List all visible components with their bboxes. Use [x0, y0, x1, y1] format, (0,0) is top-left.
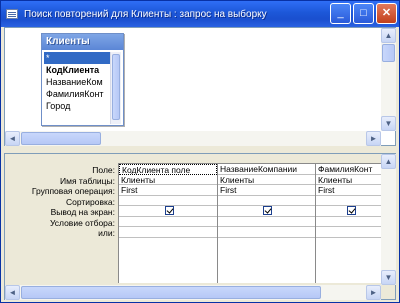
show-checkbox[interactable] [346, 206, 356, 215]
sort-cell[interactable] [316, 196, 383, 206]
field-cell[interactable]: НазваниеКомпании [218, 164, 315, 175]
table-pane-vscrollbar[interactable]: ▲ ▼ [381, 28, 396, 131]
criteria-cell[interactable] [218, 217, 315, 227]
scroll-left-icon[interactable]: ◄ [5, 285, 20, 300]
field-list-scrollbar[interactable] [110, 52, 121, 124]
show-checkbox[interactable] [263, 206, 272, 215]
scroll-thumb[interactable] [21, 286, 321, 299]
query-design-window: Поиск повторений для Клиенты : запрос на… [0, 0, 400, 303]
field-list-scroll-thumb[interactable] [112, 54, 120, 120]
field-cell[interactable]: КодКлиента поле [119, 164, 217, 175]
scroll-down-icon[interactable]: ▼ [381, 116, 396, 131]
or-cell[interactable] [218, 227, 315, 238]
maximize-button[interactable]: □ [353, 3, 374, 24]
window-title: Поиск повторений для Клиенты : запрос на… [24, 8, 267, 20]
field-cell[interactable]: ФамилияКонт [316, 164, 383, 175]
sort-cell[interactable] [119, 196, 217, 206]
scroll-right-icon[interactable]: ► [366, 285, 381, 300]
row-label: или: [98, 228, 115, 238]
scroll-thumb[interactable] [21, 132, 101, 145]
field-list[interactable]: * КодКлиента НазваниеКом ФамилияКонт Гор… [44, 52, 110, 124]
show-checkbox[interactable] [164, 206, 174, 215]
scroll-thumb[interactable] [382, 44, 395, 62]
field-list-item[interactable]: ФамилияКонт [44, 88, 110, 100]
field-list-item[interactable]: НазваниеКом [44, 76, 110, 88]
scroll-up-icon[interactable]: ▲ [381, 28, 396, 43]
grid-column[interactable]: НазваниеКомпании Клиенты First [218, 164, 316, 283]
table-cell[interactable]: Клиенты [218, 175, 315, 185]
group-cell[interactable]: First [119, 185, 217, 196]
grid-hscrollbar[interactable]: ◄ ► [5, 285, 381, 300]
field-list-item[interactable]: * [44, 52, 110, 64]
criteria-cell[interactable] [316, 217, 383, 227]
table-pane[interactable]: Клиенты * КодКлиента НазваниеКом Фамилия… [4, 27, 396, 146]
minimize-button[interactable]: _ [330, 3, 351, 24]
row-label: Групповая операция: [31, 186, 115, 196]
row-label: Имя таблицы: [60, 175, 115, 186]
grid-column[interactable]: ФамилияКонт Клиенты First [316, 164, 383, 283]
query-design-grid[interactable]: КодКлиента поле Клиенты First НазваниеКо… [118, 163, 383, 283]
table-cell[interactable]: Клиенты [119, 175, 217, 185]
or-cell[interactable] [119, 227, 217, 238]
criteria-cell[interactable] [119, 217, 217, 227]
table-field-list-title[interactable]: Клиенты [42, 34, 123, 50]
scroll-down-icon[interactable]: ▼ [381, 270, 396, 285]
show-cell[interactable] [119, 206, 217, 217]
close-button[interactable]: ✕ [376, 3, 397, 24]
row-label: Поле: [92, 165, 115, 175]
title-bar[interactable]: Поиск повторений для Клиенты : запрос на… [1, 1, 399, 27]
show-cell[interactable] [316, 206, 383, 217]
grid-vscrollbar[interactable]: ▲ ▼ [381, 154, 396, 285]
row-labels: Поле: Имя таблицы: Групповая операция: С… [5, 165, 117, 239]
scroll-left-icon[interactable]: ◄ [5, 131, 20, 146]
row-label: Сортировка: [65, 196, 115, 207]
field-list-item[interactable]: Город [44, 100, 110, 112]
show-cell[interactable] [218, 206, 315, 217]
group-cell[interactable]: First [218, 185, 315, 196]
design-grid-pane[interactable]: Поле: Имя таблицы: Групповая операция: С… [4, 153, 396, 300]
query-window-icon[interactable] [6, 9, 18, 19]
or-cell[interactable] [316, 227, 383, 238]
table-pane-hscrollbar[interactable]: ◄ ► [5, 131, 381, 146]
grid-column[interactable]: КодКлиента поле Клиенты First [119, 164, 218, 283]
table-field-list[interactable]: Клиенты * КодКлиента НазваниеКом Фамилия… [41, 33, 124, 126]
scroll-up-icon[interactable]: ▲ [381, 154, 396, 169]
scroll-right-icon[interactable]: ► [366, 131, 381, 146]
field-list-item[interactable]: КодКлиента [44, 64, 110, 76]
sort-cell[interactable] [218, 196, 315, 206]
row-label: Вывод на экран: [50, 207, 115, 217]
group-cell[interactable]: First [316, 185, 383, 196]
table-cell[interactable]: Клиенты [316, 175, 383, 185]
row-label: Условие отбора: [49, 217, 115, 228]
